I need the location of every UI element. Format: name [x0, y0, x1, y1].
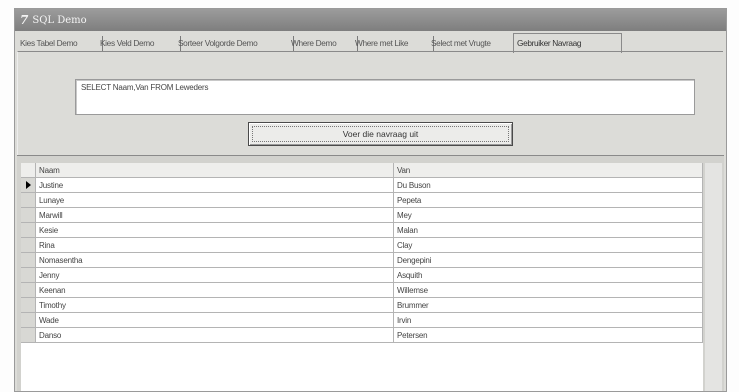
cell-van[interactable]: Pepeta: [394, 193, 703, 208]
cell-van[interactable]: Brummer: [394, 298, 703, 313]
cell-van[interactable]: Petersen: [394, 328, 703, 343]
tab-kies-tabel-demo[interactable]: Kies Tabel Demo: [17, 36, 103, 51]
table-row[interactable]: Keenan Willemse: [21, 283, 703, 298]
cell-naam[interactable]: Keenan: [36, 283, 394, 298]
focus-rectangle: [252, 126, 509, 142]
cell-van[interactable]: Willemse: [394, 283, 703, 298]
cell-van[interactable]: Malan: [394, 223, 703, 238]
table-row[interactable]: Marwill Mey: [21, 208, 703, 223]
cell-naam[interactable]: Danso: [36, 328, 394, 343]
cell-van[interactable]: Clay: [394, 238, 703, 253]
cell-van[interactable]: Dengepini: [394, 253, 703, 268]
cell-van[interactable]: Mey: [394, 208, 703, 223]
table-row[interactable]: Justine Du Buson: [21, 178, 703, 193]
tab-kies-veld-demo[interactable]: Kies Veld Demo: [97, 36, 181, 51]
cell-naam[interactable]: Jenny: [36, 268, 394, 283]
cell-naam[interactable]: Lunaye: [36, 193, 394, 208]
row-indicator-cell[interactable]: [21, 283, 36, 298]
cell-van[interactable]: Du Buson: [394, 178, 703, 193]
results-grid[interactable]: Naam Van Justine Du Buson Lunaye Pepeta Marw…: [21, 163, 703, 391]
cell-naam[interactable]: Justine: [36, 178, 394, 193]
tab-select-met-vrugte[interactable]: Select met Vrugte: [428, 36, 517, 51]
cell-naam[interactable]: Rina: [36, 238, 394, 253]
tab-strip: Kies Tabel Demo Kies Veld Demo Sorteer V…: [17, 33, 724, 53]
row-indicator-cell[interactable]: [21, 193, 36, 208]
row-indicator-cell[interactable]: [21, 268, 36, 283]
tab-where-demo[interactable]: Where Demo: [288, 36, 358, 51]
row-indicator-cell[interactable]: [21, 298, 36, 313]
table-row[interactable]: Jenny Asquith: [21, 268, 703, 283]
table-row[interactable]: Wade Irvin: [21, 313, 703, 328]
table-row[interactable]: Nomasentha Dengepini: [21, 253, 703, 268]
row-indicator-cell[interactable]: [21, 253, 36, 268]
table-row[interactable]: Rina Clay: [21, 238, 703, 253]
column-header-van[interactable]: Van: [394, 163, 703, 178]
table-row[interactable]: Lunaye Pepeta: [21, 193, 703, 208]
cell-naam[interactable]: Wade: [36, 313, 394, 328]
vertical-scrollbar[interactable]: [705, 163, 722, 391]
row-indicator-cell[interactable]: [21, 313, 36, 328]
cell-naam[interactable]: Nomasentha: [36, 253, 394, 268]
table-row[interactable]: Timothy Brummer: [21, 298, 703, 313]
row-indicator-cell[interactable]: [21, 223, 36, 238]
grid-header-row: Naam Van: [21, 163, 703, 178]
cell-van[interactable]: Irvin: [394, 313, 703, 328]
column-header-naam[interactable]: Naam: [36, 163, 394, 178]
tab-where-met-like[interactable]: Where met Like: [352, 36, 434, 51]
row-indicator-cell[interactable]: [21, 178, 36, 193]
current-row-arrow-icon: [26, 181, 31, 189]
cell-naam[interactable]: Marwill: [36, 208, 394, 223]
app-icon: 7: [20, 13, 29, 27]
run-query-button[interactable]: Voer die navraag uit: [248, 122, 513, 146]
query-input[interactable]: SELECT Naam,Van FROM Leweders: [75, 79, 695, 115]
row-indicator-cell[interactable]: [21, 238, 36, 253]
table-row[interactable]: Danso Petersen: [21, 328, 703, 343]
results-area: Naam Van Justine Du Buson Lunaye Pepeta Marw…: [17, 155, 724, 391]
tab-gebruiker-navraag[interactable]: Gebruiker Navraag: [513, 33, 622, 53]
row-indicator-cell[interactable]: [21, 208, 36, 223]
table-row[interactable]: Kesie Malan: [21, 223, 703, 238]
window-title: SQL Demo: [32, 14, 87, 26]
row-indicator-cell[interactable]: [21, 328, 36, 343]
header-indicator-cell: [21, 163, 36, 178]
title-bar[interactable]: 7 SQL Demo: [15, 9, 726, 31]
sql-demo-window: 7 SQL Demo Kies Tabel Demo Kies Veld Dem…: [14, 8, 727, 392]
cell-naam[interactable]: Timothy: [36, 298, 394, 313]
tab-sorteer-volgorde-demo[interactable]: Sorteer Volgorde Demo: [175, 36, 294, 51]
cell-van[interactable]: Asquith: [394, 268, 703, 283]
cell-naam[interactable]: Kesie: [36, 223, 394, 238]
